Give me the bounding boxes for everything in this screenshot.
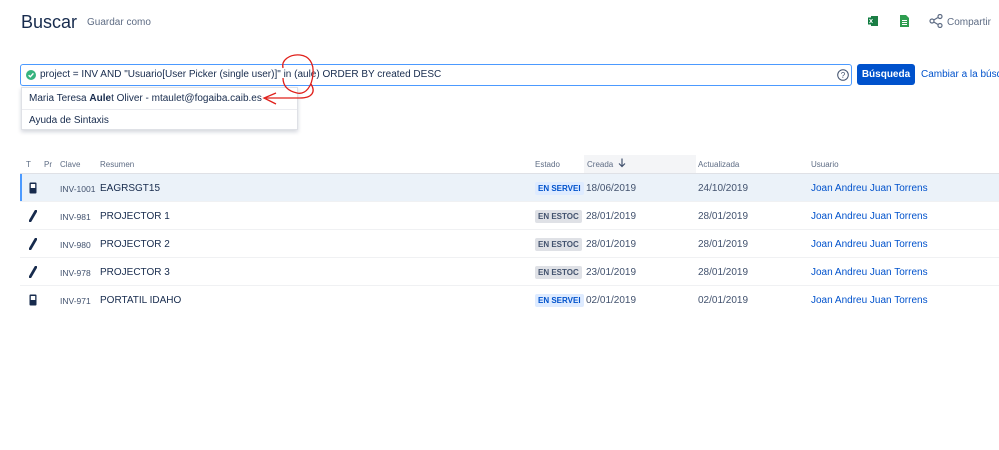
issue-key[interactable]: INV-980 xyxy=(60,240,91,250)
issue-summary[interactable]: PORTATIL IDAHO xyxy=(100,295,181,306)
updated-date: 24/10/2019 xyxy=(698,183,749,194)
user-link[interactable]: Joan Andreu Juan Torrens xyxy=(811,267,928,278)
status-badge: EN ESTOC xyxy=(535,210,582,223)
issue-summary[interactable]: PROJECTOR 1 xyxy=(100,211,170,222)
column-key[interactable]: Clave xyxy=(60,160,80,169)
table-row[interactable]: INV-980 PROJECTOR 2 EN ESTOC 28/01/2019 … xyxy=(20,230,999,258)
status-badge: EN SERVEI xyxy=(535,294,584,307)
suggestion-match: Aule xyxy=(89,93,112,104)
created-date: 28/01/2019 xyxy=(586,211,637,222)
issue-key[interactable]: INV-971 xyxy=(60,296,91,306)
issue-summary[interactable]: PROJECTOR 3 xyxy=(100,267,170,278)
issue-key[interactable]: INV-981 xyxy=(60,212,91,222)
autocomplete-dropdown: Maria Teresa Aulet Oliver - mtaulet@foga… xyxy=(21,87,298,130)
status-badge: EN ESTOC xyxy=(535,238,582,251)
issue-key[interactable]: INV-1001 xyxy=(60,184,95,194)
suggestion-prefix: Maria Teresa xyxy=(29,93,90,104)
search-button[interactable]: Búsqueda xyxy=(857,64,915,85)
column-created[interactable]: Creada xyxy=(587,160,613,169)
table-row[interactable]: INV-1001 EAGRSGT15 EN SERVEI 18/06/2019 … xyxy=(20,174,999,202)
share-button[interactable]: Compartir xyxy=(947,17,991,28)
column-updated[interactable]: Actualizada xyxy=(698,160,739,169)
created-date: 02/01/2019 xyxy=(586,295,637,306)
status-badge: EN ESTOC xyxy=(535,266,582,279)
issue-summary[interactable]: EAGRSGT15 xyxy=(100,183,160,194)
table-row[interactable]: INV-978 PROJECTOR 3 EN ESTOC 23/01/2019 … xyxy=(20,258,999,286)
projector-icon xyxy=(29,210,37,222)
user-suggestion-item[interactable]: Maria Teresa Aulet Oliver - mtaulet@foga… xyxy=(29,93,262,104)
syntax-help-item[interactable]: Ayuda de Sintaxis xyxy=(29,115,109,126)
issue-summary[interactable]: PROJECTOR 2 xyxy=(100,239,170,250)
share-icon[interactable] xyxy=(929,14,943,28)
updated-date: 02/01/2019 xyxy=(698,295,749,306)
switch-to-basic-link[interactable]: Cambiar a la búsq xyxy=(921,69,999,80)
dropdown-divider xyxy=(22,109,297,110)
save-as-link[interactable]: Guardar como xyxy=(87,17,151,28)
csv-export-icon[interactable] xyxy=(899,15,909,27)
projector-icon xyxy=(29,238,37,250)
updated-date: 28/01/2019 xyxy=(698,239,749,250)
status-badge: EN SERVEI xyxy=(535,182,584,195)
table-row[interactable]: INV-971 PORTATIL IDAHO EN SERVEI 02/01/2… xyxy=(20,286,999,314)
table-row[interactable]: INV-981 PROJECTOR 1 EN ESTOC 28/01/2019 … xyxy=(20,202,999,230)
user-link[interactable]: Joan Andreu Juan Torrens xyxy=(811,211,928,222)
check-circle-icon xyxy=(26,70,36,80)
issue-key[interactable]: INV-978 xyxy=(60,268,91,278)
selected-row-indicator xyxy=(20,174,22,202)
created-date: 28/01/2019 xyxy=(586,239,637,250)
updated-date: 28/01/2019 xyxy=(698,211,749,222)
svg-text:?: ? xyxy=(841,71,846,80)
user-link[interactable]: Joan Andreu Juan Torrens xyxy=(811,295,928,306)
created-date: 18/06/2019 xyxy=(586,183,637,194)
updated-date: 28/01/2019 xyxy=(698,267,749,278)
jql-query-text[interactable]: project = INV AND "Usuario[User Picker (… xyxy=(40,69,441,80)
jql-query-input[interactable]: project = INV AND "Usuario[User Picker (… xyxy=(20,64,852,86)
projector-icon xyxy=(29,266,37,278)
suggestion-suffix: t Oliver - mtaulet@fogaiba.caib.es xyxy=(111,93,262,104)
mobile-device-icon xyxy=(29,294,37,306)
arrow-down-icon[interactable] xyxy=(618,158,626,168)
user-link[interactable]: Joan Andreu Juan Torrens xyxy=(811,239,928,250)
column-status[interactable]: Estado xyxy=(535,160,560,169)
user-link[interactable]: Joan Andreu Juan Torrens xyxy=(811,183,928,194)
column-type[interactable]: T xyxy=(26,160,31,169)
column-priority[interactable]: Pr xyxy=(44,160,52,169)
created-date: 23/01/2019 xyxy=(586,267,637,278)
excel-export-icon[interactable] xyxy=(868,15,878,27)
column-summary[interactable]: Resumen xyxy=(100,160,134,169)
help-icon[interactable]: ? xyxy=(837,69,849,81)
mobile-device-icon xyxy=(29,182,37,194)
page-title: Buscar xyxy=(21,12,78,32)
column-user[interactable]: Usuario xyxy=(811,160,839,169)
